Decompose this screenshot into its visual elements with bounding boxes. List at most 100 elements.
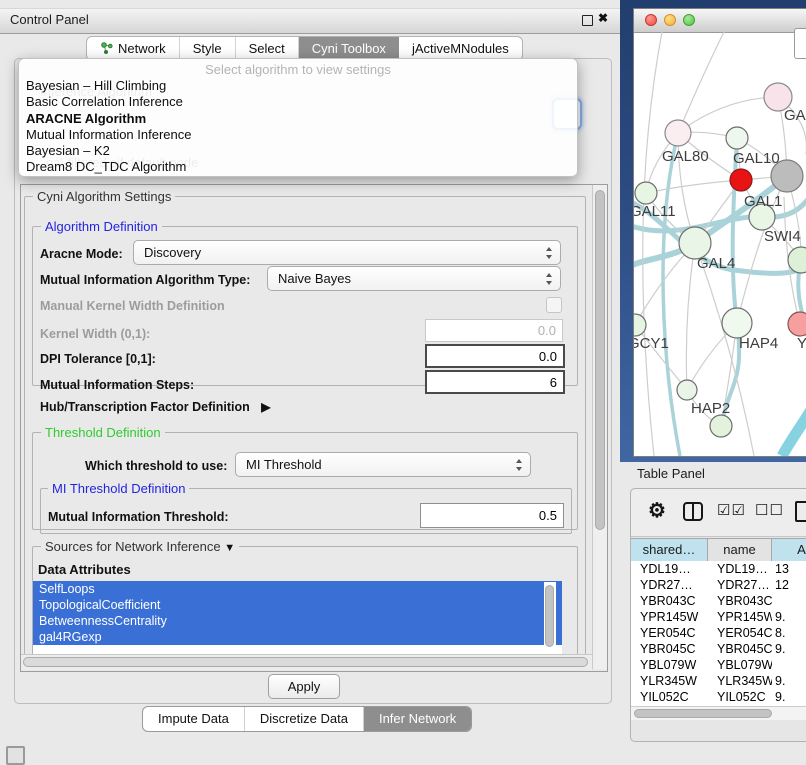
settings-horizontal-scrollbar[interactable] — [21, 654, 592, 670]
algorithm-option[interactable]: ARACNE Algorithm — [19, 111, 577, 127]
minimize-window-icon[interactable] — [664, 14, 676, 26]
algorithm-option[interactable]: Bayesian – Hill Climbing — [19, 78, 577, 94]
network-window-titlebar[interactable] — [634, 9, 806, 33]
network-node-y[interactable] — [788, 312, 806, 336]
node-label: GAL11 — [634, 203, 676, 220]
dpi-tolerance-field[interactable]: 0.0 — [425, 344, 565, 368]
table-cell: YER054C — [708, 625, 772, 641]
node-label: HAP4 — [739, 335, 778, 352]
network-node[interactable] — [710, 415, 732, 437]
table-horizontal-scrollbar[interactable] — [631, 706, 806, 720]
which-threshold-label: Which threshold to use: — [85, 459, 227, 473]
tab-jactivemnodules[interactable]: jActiveMNodules — [399, 37, 522, 60]
tab-discretize-data[interactable]: Discretize Data — [245, 707, 364, 731]
table-horizontal-scrollbar-thumb[interactable] — [634, 709, 772, 718]
algorithm-option[interactable]: Basic Correlation Inference — [19, 94, 577, 110]
network-node-gal10[interactable] — [726, 127, 748, 149]
apply-button[interactable]: Apply — [268, 674, 340, 699]
network-node[interactable] — [788, 247, 806, 273]
table-cell: YBR045C — [708, 641, 772, 657]
table-cell — [772, 657, 806, 673]
mi-steps-field[interactable]: 6 — [425, 370, 565, 394]
table-cell: 13 — [772, 561, 806, 577]
table-row[interactable]: YDR27…YDR27…12 — [631, 577, 806, 593]
table-cell: 9. — [772, 673, 806, 689]
cyni-algorithm-settings-title: Cyni Algorithm Settings — [33, 189, 175, 204]
kernel-width-field[interactable]: 0.0 — [425, 319, 563, 342]
node-label: GAL4 — [697, 255, 735, 272]
table-row[interactable]: YBR043CYBR043C — [631, 593, 806, 609]
tab-style[interactable]: Style — [180, 37, 236, 60]
algorithm-option[interactable]: Bayesian – K2 — [19, 143, 577, 159]
unchecked-columns-icon[interactable]: ☐☐ — [755, 501, 784, 519]
table-cell: YDR27… — [631, 577, 708, 593]
aracne-mode-label: Aracne Mode: — [40, 247, 123, 261]
tab-cyni-toolbox[interactable]: Cyni Toolbox — [299, 37, 399, 60]
threshold-definition-title: Threshold Definition — [41, 425, 165, 440]
table-row[interactable]: YDL19…YDL19…13 — [631, 561, 806, 577]
attributes-scrollbar[interactable] — [544, 582, 556, 653]
split-columns-icon[interactable] — [683, 502, 703, 521]
table-row[interactable]: YPR145WYPR145W9. — [631, 609, 806, 625]
algorithm-definition-title: Algorithm Definition — [41, 219, 162, 234]
data-attributes-list[interactable]: SelfLoopsTopologicalCoefficientBetweenne… — [33, 581, 562, 654]
mi-algorithm-type-combobox[interactable]: Naive Bayes — [267, 266, 561, 291]
checked-columns-icon[interactable]: ☑☑ — [717, 501, 746, 519]
gear-icon[interactable]: ⚙ — [648, 498, 666, 523]
node-label: Y — [797, 335, 806, 352]
mi-threshold-field[interactable]: 0.5 — [420, 503, 564, 528]
table-row[interactable]: YBL079WYBL079W — [631, 657, 806, 673]
algorithm-option[interactable]: Dream8 DC_TDC Algorithm — [19, 159, 577, 175]
close-window-icon[interactable] — [645, 14, 657, 26]
which-threshold-combobox[interactable]: MI Threshold — [235, 452, 531, 477]
network-node-hap2[interactable] — [677, 380, 697, 400]
algorithm-dropdown-placeholder: Select algorithm to view settings — [19, 61, 577, 78]
network-node-hap4[interactable] — [722, 308, 752, 338]
float-panel-icon[interactable] — [582, 15, 593, 26]
settings-vertical-scrollbar[interactable] — [592, 185, 607, 669]
table-cell — [772, 593, 806, 609]
network-view-window[interactable]: GALGAL80GAL10GAL1GAL11SWI4GAL4GCY1HAP4YH… — [633, 8, 806, 457]
network-node-gal1[interactable] — [730, 169, 752, 191]
bottom-tabbar: Impute DataDiscretize DataInfer Network — [142, 706, 472, 732]
table-cell: YER054C — [631, 625, 708, 641]
table-row[interactable]: YIL052CYIL052C9. — [631, 689, 806, 705]
manual-kernel-width-checkbox[interactable] — [546, 297, 562, 313]
tab-infer-network[interactable]: Infer Network — [364, 707, 471, 731]
algorithm-option[interactable]: Mutual Information Inference — [19, 127, 577, 143]
data-attributes-label: Data Attributes — [38, 562, 131, 577]
zoom-window-icon[interactable] — [683, 14, 695, 26]
column-header-shared[interactable]: shared… — [631, 539, 708, 561]
tab-network[interactable]: Network — [87, 37, 180, 60]
page-icon[interactable] — [795, 501, 806, 522]
aracne-mode-combobox[interactable]: Discovery — [133, 240, 561, 265]
table-cell: YLR345W — [708, 673, 772, 689]
sources-toggle[interactable]: Sources for Network Inference ▼ — [41, 539, 239, 554]
attribute-item[interactable]: gal4RGexp — [33, 629, 562, 645]
tab-select[interactable]: Select — [236, 37, 299, 60]
table-row[interactable]: YBR045CYBR045C9. — [631, 641, 806, 657]
table-row[interactable]: YLR345WYLR345W9. — [631, 673, 806, 689]
network-node-gal11[interactable] — [635, 182, 657, 204]
tab-impute-data[interactable]: Impute Data — [143, 707, 245, 731]
attribute-item[interactable]: SelfLoops — [33, 581, 562, 597]
column-header-a[interactable]: A — [772, 539, 806, 561]
hub-definition-label: Hub/Transcription Factor Definition — [40, 400, 250, 414]
algorithm-dropdown-popup: Select algorithm to view settings Bayesi… — [18, 58, 578, 177]
network-node-gal80[interactable] — [665, 120, 691, 146]
attributes-scrollbar-thumb[interactable] — [545, 585, 554, 647]
hub-definition-toggle[interactable]: Hub/Transcription Factor Definition ▶ — [40, 400, 270, 414]
table-rows: YDL19…YDL19…13YDR27…YDR27…12YBR043CYBR04… — [631, 561, 806, 706]
attribute-item[interactable]: TopologicalCoefficient — [33, 597, 562, 613]
combo-arrows-icon — [546, 273, 553, 285]
attribute-item[interactable]: BetweennessCentrality — [33, 613, 562, 629]
table-cell: YDL19… — [708, 561, 772, 577]
collapsed-panel-icon[interactable] — [6, 746, 25, 765]
close-panel-icon[interactable]: ✖ — [598, 11, 608, 25]
settings-horizontal-scrollbar-thumb[interactable] — [23, 657, 588, 667]
column-header-name[interactable]: name — [708, 539, 772, 561]
mi-threshold-group-title: MI Threshold Definition — [48, 481, 189, 496]
network-canvas[interactable]: GALGAL80GAL10GAL1GAL11SWI4GAL4GCY1HAP4YH… — [634, 32, 806, 456]
table-row[interactable]: YER054CYER054C8. — [631, 625, 806, 641]
settings-vertical-scrollbar-thumb[interactable] — [595, 190, 605, 530]
